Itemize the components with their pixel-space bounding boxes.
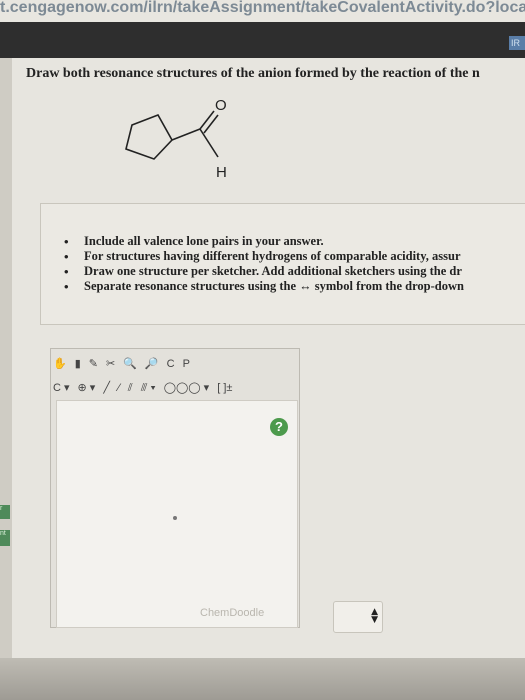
browser-url-bar[interactable]: t.cengagenow.com/ilrn/takeAssignment/tak… xyxy=(0,0,525,22)
instructions-list: Include all valence lone pairs in your a… xyxy=(64,234,464,294)
bracket-charge-button[interactable]: [ ]± xyxy=(216,380,233,396)
bottom-shadow xyxy=(0,658,525,700)
zoom-in-icon[interactable]: 🔍 xyxy=(122,356,138,372)
ring-carbon-bond xyxy=(171,128,201,141)
sketcher-canvas[interactable] xyxy=(56,400,298,628)
double-bond-icon[interactable]: ⫽ xyxy=(127,380,134,396)
single-bond-icon[interactable]: ╱ xyxy=(102,380,111,396)
molecule-structure: O H xyxy=(125,97,227,181)
carbon-template-button[interactable]: C xyxy=(166,356,176,372)
resonance-arrow-select[interactable]: ▲ ▼ xyxy=(333,601,383,633)
page-header-band xyxy=(0,22,525,58)
cyclopentane-ring xyxy=(125,114,173,160)
instruction-item: Separate resonance structures using the … xyxy=(64,279,464,294)
eraser-icon[interactable]: ✎ xyxy=(88,356,99,372)
oxygen-label: O xyxy=(215,97,227,114)
atom-select-button[interactable]: C ▾ xyxy=(52,380,71,396)
ring-templates-icon[interactable]: ◯◯◯ ▾ xyxy=(163,380,211,396)
left-sidebar-strip xyxy=(0,58,12,658)
updown-arrows-icon: ▲ ▼ xyxy=(371,607,378,625)
clear-icon[interactable]: ▮ xyxy=(74,356,82,372)
instruction-item: Draw one structure per sketcher. Add add… xyxy=(64,264,464,279)
corner-button[interactable]: IR xyxy=(509,36,525,50)
instruction-item: For structures having different hydrogen… xyxy=(64,249,464,264)
periodic-table-button[interactable]: P xyxy=(182,356,191,372)
left-tab-2[interactable]: nt xyxy=(0,530,10,546)
url-text: t.cengagenow.com/ilrn/takeAssignment/tak… xyxy=(0,0,525,16)
lasso-icon[interactable]: ✂ xyxy=(105,356,116,372)
aldehyde-h-bond xyxy=(199,128,219,158)
sketcher-toolbar-top: ✋ ▮ ✎ ✂ 🔍 🔎 C P xyxy=(52,354,191,374)
carbonyl-bond-1 xyxy=(199,110,215,130)
hand-icon[interactable]: ✋ xyxy=(52,356,68,372)
sketcher-toolbar-bottom: C ▾ ⊕ ▾ ╱ ⁄ ⫽ ⫻ ▾ ◯◯◯ ▾ [ ]± xyxy=(52,378,233,398)
instruction-item: Include all valence lone pairs in your a… xyxy=(64,234,464,249)
triple-bond-icon[interactable]: ⫻ ▾ xyxy=(140,380,157,396)
charge-button[interactable]: ⊕ ▾ xyxy=(77,380,97,396)
left-tab-1[interactable]: r xyxy=(0,505,10,519)
zoom-out-icon[interactable]: 🔎 xyxy=(144,356,160,372)
carbonyl-bond-2 xyxy=(203,114,219,134)
chemdoodle-brand: ChemDoodle xyxy=(200,607,265,619)
wedge-bond-icon[interactable]: ⁄ xyxy=(117,380,121,396)
help-icon[interactable]: ? xyxy=(270,418,288,436)
hydrogen-label: H xyxy=(216,164,227,181)
question-title: Draw both resonance structures of the an… xyxy=(26,66,480,81)
canvas-dot xyxy=(173,516,177,520)
